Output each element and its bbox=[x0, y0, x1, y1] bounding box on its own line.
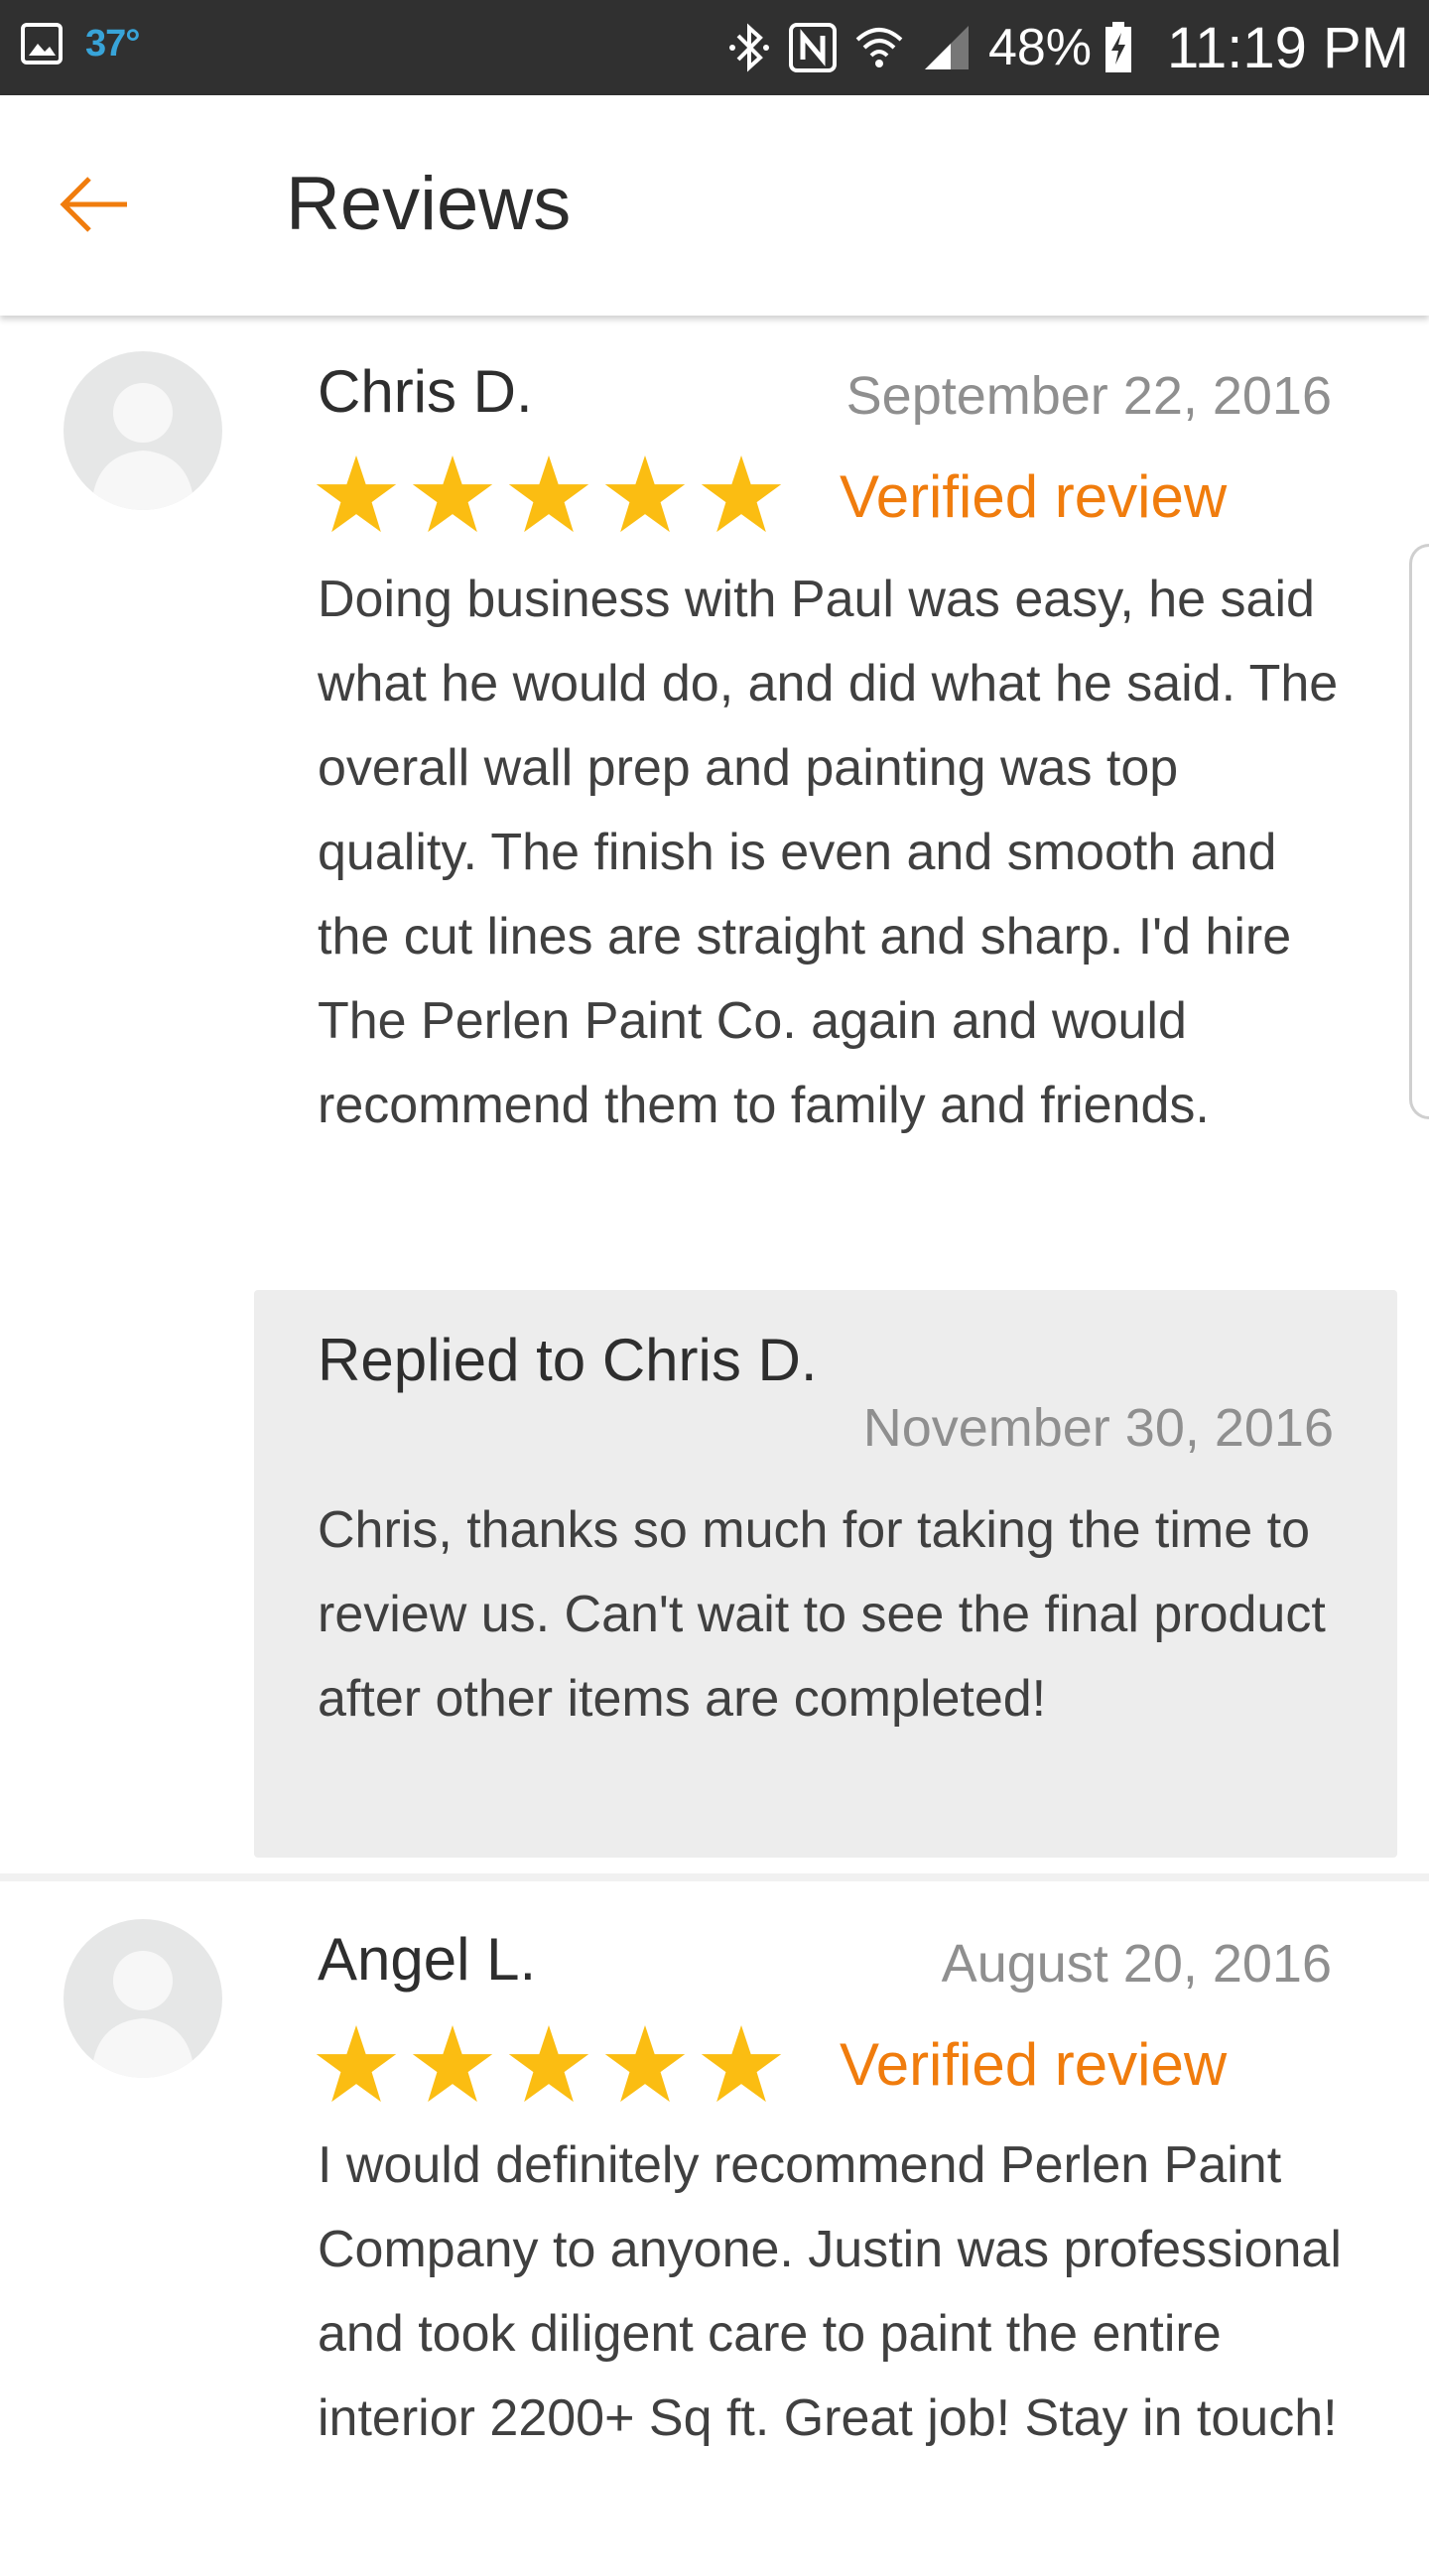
reviews-list[interactable]: Chris D. September 22, 2016 Verified rev… bbox=[0, 316, 1429, 2447]
back-button[interactable] bbox=[56, 165, 135, 244]
back-arrow-icon bbox=[60, 177, 127, 232]
star-icon bbox=[316, 455, 397, 533]
status-bar-left: 37° bbox=[20, 22, 140, 65]
review-divider bbox=[0, 1873, 1429, 1881]
bluetooth-icon bbox=[728, 23, 769, 72]
signal-icon bbox=[924, 26, 969, 69]
reply-label: Replied to Chris D. bbox=[318, 1327, 818, 1393]
page-title: Reviews bbox=[286, 162, 572, 246]
review-date: August 20, 2016 bbox=[941, 1934, 1332, 1994]
default-user-icon bbox=[91, 383, 195, 510]
star-icon bbox=[604, 2025, 686, 2103]
star-rating bbox=[316, 2024, 797, 2104]
status-bar-right: 48% 11:19 PM bbox=[726, 15, 1409, 80]
star-icon bbox=[701, 455, 782, 533]
star-icon bbox=[412, 2025, 493, 2103]
review-card: Chris D. September 22, 2016 Verified rev… bbox=[0, 316, 1429, 1873]
review-card: Angel L. August 20, 2016 Verified review… bbox=[0, 1881, 1429, 2576]
app-bar: Reviews bbox=[0, 95, 1429, 316]
star-icon bbox=[508, 455, 589, 533]
star-icon bbox=[701, 2025, 782, 2103]
battery-icon bbox=[1105, 22, 1132, 72]
clock-time: 11:19 PM bbox=[1167, 15, 1409, 80]
reviewer-name: Chris D. bbox=[318, 358, 533, 425]
status-bar: 37° 48% 11:19 PM bbox=[0, 0, 1429, 95]
verified-review-badge: Verified review bbox=[840, 2031, 1228, 2098]
reply-date: November 30, 2016 bbox=[862, 1398, 1334, 1458]
owner-reply: Replied to Chris D. November 30, 2016 Ch… bbox=[254, 1290, 1397, 1858]
edge-panel-handle[interactable] bbox=[1409, 544, 1429, 1119]
verified-review-badge: Verified review bbox=[840, 463, 1228, 530]
review-text: I would definitely recommend Perlen Pain… bbox=[318, 2136, 1342, 2447]
star-icon bbox=[316, 2025, 397, 2103]
star-icon bbox=[508, 2025, 589, 2103]
review-text: Doing business with Paul was easy, he sa… bbox=[318, 571, 1339, 1134]
temperature-text: 37° bbox=[85, 22, 140, 64]
star-rating bbox=[316, 454, 797, 534]
wifi-icon bbox=[855, 28, 903, 67]
avatar bbox=[64, 1919, 222, 2078]
star-icon bbox=[412, 455, 493, 533]
reviewer-name: Angel L. bbox=[318, 1926, 537, 1993]
reply-text: Chris, thanks so much for taking the tim… bbox=[318, 1501, 1326, 1728]
star-icon bbox=[604, 455, 686, 533]
nfc-icon bbox=[788, 23, 837, 72]
avatar bbox=[64, 351, 222, 510]
default-user-icon bbox=[91, 1951, 195, 2078]
battery-percent: 48% bbox=[987, 19, 1093, 76]
image-icon bbox=[21, 23, 63, 64]
review-date: September 22, 2016 bbox=[845, 366, 1332, 426]
